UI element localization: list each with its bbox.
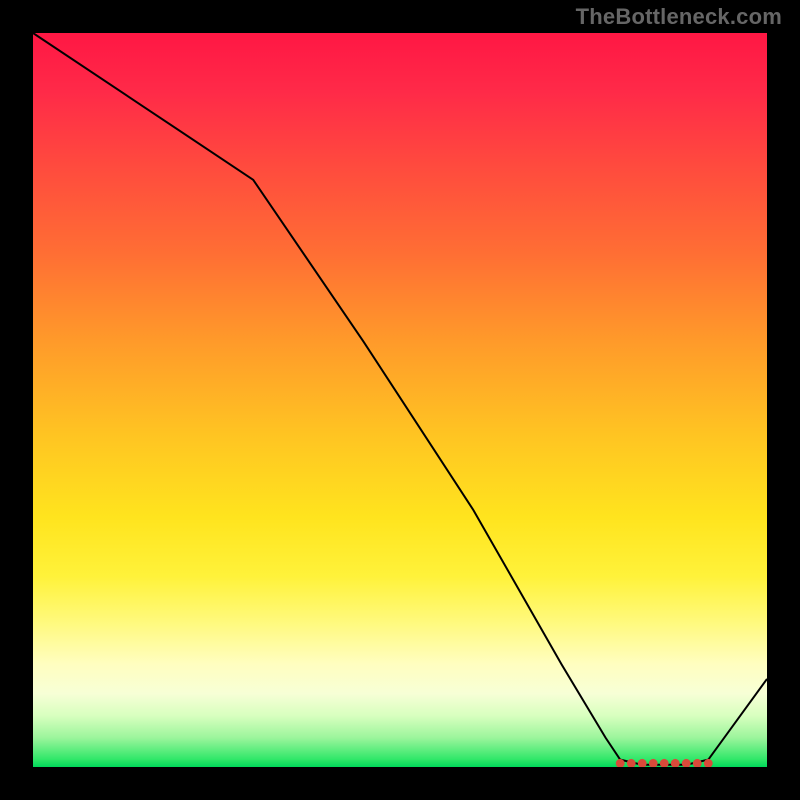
chart-frame: TheBottleneck.com	[0, 0, 800, 800]
marker-dot	[638, 759, 647, 767]
marker-dot	[627, 759, 636, 767]
line-series-svg	[33, 33, 767, 767]
marker-dot	[682, 759, 691, 767]
marker-dot	[693, 759, 702, 767]
marker-dot	[671, 759, 680, 767]
marker-dot	[649, 759, 658, 767]
bottleneck-curve	[33, 33, 767, 765]
marker-dot	[660, 759, 669, 767]
optimal-range-dots	[616, 759, 713, 767]
watermark-text: TheBottleneck.com	[576, 4, 782, 30]
plot-area	[33, 33, 767, 767]
